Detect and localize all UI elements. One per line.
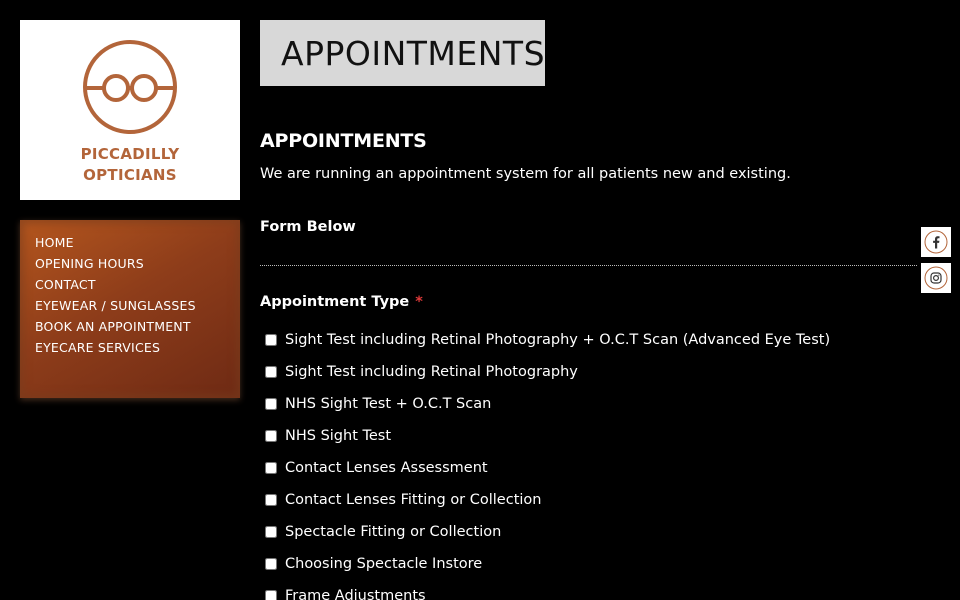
option-retinal-photography[interactable]: Sight Test including Retinal Photography [263, 356, 830, 388]
section-heading: APPOINTMENTS [260, 130, 427, 152]
page: PICCADILLY OPTICIANS HOME OPENING HOURS … [0, 0, 960, 600]
option-nhs-oct[interactable]: NHS Sight Test + O.C.T Scan [263, 388, 830, 420]
nav-item-home[interactable]: HOME [35, 232, 240, 253]
checkbox-contact-lenses-fitting[interactable] [265, 494, 277, 506]
appointment-type-options: Sight Test including Retinal Photography… [263, 324, 830, 600]
option-label: NHS Sight Test + O.C.T Scan [285, 396, 492, 412]
logo-text-line2: OPTICIANS [83, 166, 177, 184]
checkbox-spectacle-fitting[interactable] [265, 526, 277, 538]
checkbox-nhs-oct[interactable] [265, 398, 277, 410]
nav-item-eyecare-services[interactable]: EYECARE SERVICES [35, 337, 240, 358]
option-contact-lenses-fitting[interactable]: Contact Lenses Fitting or Collection [263, 484, 830, 516]
page-title: APPOINTMENTS [281, 34, 546, 73]
checkbox-choosing-spectacle[interactable] [265, 558, 277, 570]
nav-item-opening-hours[interactable]: OPENING HOURS [35, 253, 240, 274]
option-contact-lenses-assessment[interactable]: Contact Lenses Assessment [263, 452, 830, 484]
option-label: NHS Sight Test [285, 428, 392, 444]
nav-item-contact[interactable]: CONTACT [35, 274, 240, 295]
appointment-type-label-text: Appointment Type [260, 294, 410, 310]
option-choosing-spectacle[interactable]: Choosing Spectacle Instore [263, 548, 830, 580]
sidebar-nav: HOME OPENING HOURS CONTACT EYEWEAR / SUN… [20, 220, 240, 398]
appointment-type-label: Appointment Type * [260, 294, 423, 310]
option-spectacle-fitting[interactable]: Spectacle Fitting or Collection [263, 516, 830, 548]
option-label: Sight Test including Retinal Photography… [285, 332, 831, 348]
option-label: Contact Lenses Assessment [285, 460, 488, 476]
checkbox-advanced-eye-test[interactable] [265, 334, 277, 346]
option-frame-adjustments[interactable]: Frame Adjustments [263, 580, 830, 600]
divider [260, 265, 917, 266]
glasses-icon [83, 40, 177, 134]
intro-text: We are running an appointment system for… [260, 166, 791, 182]
checkbox-nhs-sight-test[interactable] [265, 430, 277, 442]
option-label: Contact Lenses Fitting or Collection [285, 492, 542, 508]
instagram-icon [924, 266, 948, 290]
checkbox-frame-adjustments[interactable] [265, 590, 277, 600]
logo-text-line1: PICCADILLY [80, 145, 180, 163]
facebook-link[interactable] [921, 227, 951, 257]
nav-item-book-appointment[interactable]: BOOK AN APPOINTMENT [35, 316, 240, 337]
facebook-icon [924, 230, 948, 254]
required-marker: * [415, 294, 423, 310]
page-banner: APPOINTMENTS [260, 20, 545, 86]
option-label: Spectacle Fitting or Collection [285, 524, 502, 540]
checkbox-contact-lenses-assessment[interactable] [265, 462, 277, 474]
option-label: Choosing Spectacle Instore [285, 556, 483, 572]
option-nhs-sight-test[interactable]: NHS Sight Test [263, 420, 830, 452]
nav-item-eyewear[interactable]: EYEWEAR / SUNGLASSES [35, 295, 240, 316]
logo[interactable]: PICCADILLY OPTICIANS [20, 20, 240, 200]
form-label: Form Below [260, 219, 356, 235]
option-label: Sight Test including Retinal Photography [285, 364, 578, 380]
checkbox-retinal-photography[interactable] [265, 366, 277, 378]
instagram-link[interactable] [921, 263, 951, 293]
option-advanced-eye-test[interactable]: Sight Test including Retinal Photography… [263, 324, 830, 356]
option-label: Frame Adjustments [285, 588, 426, 600]
